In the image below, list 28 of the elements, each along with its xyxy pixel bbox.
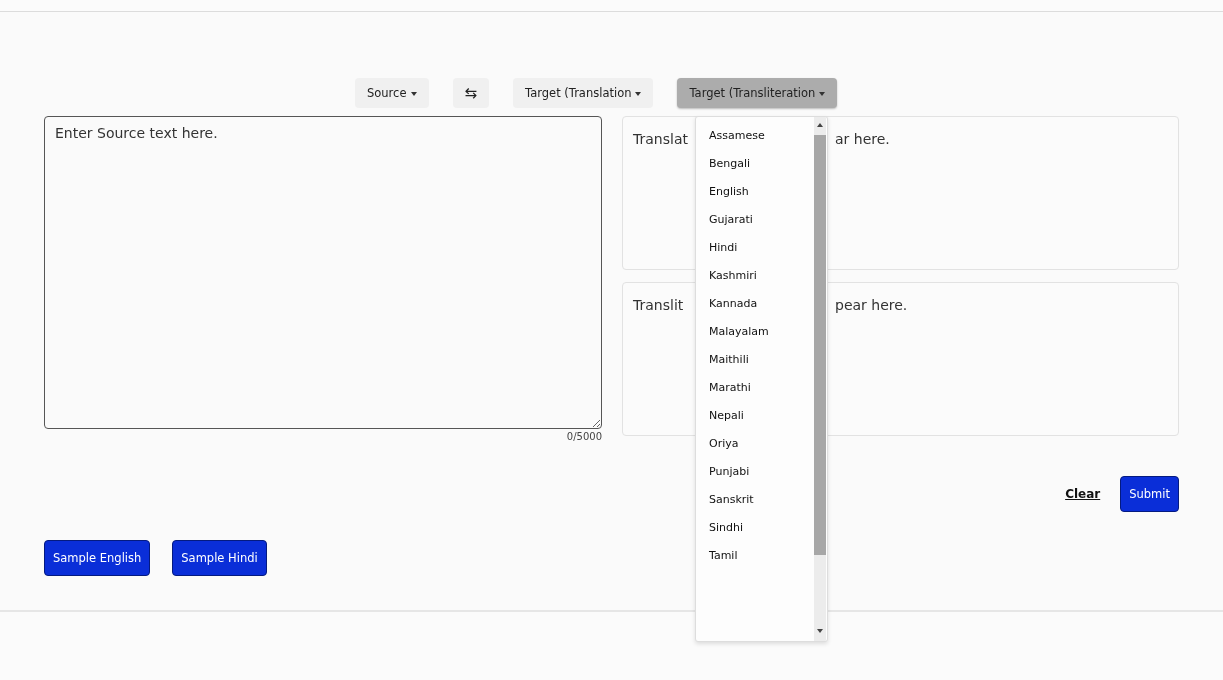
submit-button[interactable]: Submit <box>1120 476 1179 512</box>
language-option[interactable]: Assamese <box>709 121 813 149</box>
caret-icon <box>635 91 642 96</box>
language-option[interactable]: Nepali <box>709 401 813 429</box>
caret-icon <box>410 91 417 96</box>
language-dropdown[interactable]: Target (Transliteration <box>677 78 838 108</box>
language-dropdown[interactable]: Target (Translation <box>513 78 654 108</box>
language-option[interactable]: Malayalam <box>709 317 813 345</box>
language-option[interactable]: Kannada <box>709 289 813 317</box>
scrollbar-drawing[interactable] <box>813 117 827 641</box>
language-option[interactable]: Maithili <box>709 345 813 373</box>
language-option[interactable]: Punjabi <box>709 457 813 485</box>
character-counter: 0/5000 <box>566 431 602 442</box>
language-dropdown[interactable]: Source <box>355 78 429 108</box>
sample-button[interactable]: Sample Hindi <box>172 540 267 576</box>
language-option[interactable]: Gujarati <box>709 205 813 233</box>
language-option[interactable]: Sindhi <box>709 513 813 541</box>
language-option[interactable]: Bengali <box>709 149 813 177</box>
sample-button[interactable]: Sample English <box>44 540 151 576</box>
language-option[interactable]: Hindi <box>709 233 813 261</box>
swap-button[interactable]: ⇆ <box>452 78 490 108</box>
language-option[interactable]: Marathi <box>709 373 813 401</box>
language-option[interactable]: Tamil <box>709 541 813 569</box>
clear-link[interactable]: Clear <box>1065 487 1101 501</box>
language-option[interactable]: English <box>709 177 813 205</box>
source-text-field[interactable]: Enter Source text here. <box>44 116 602 429</box>
caret-icon <box>819 91 826 96</box>
language-option[interactable]: Sanskrit <box>709 485 813 513</box>
